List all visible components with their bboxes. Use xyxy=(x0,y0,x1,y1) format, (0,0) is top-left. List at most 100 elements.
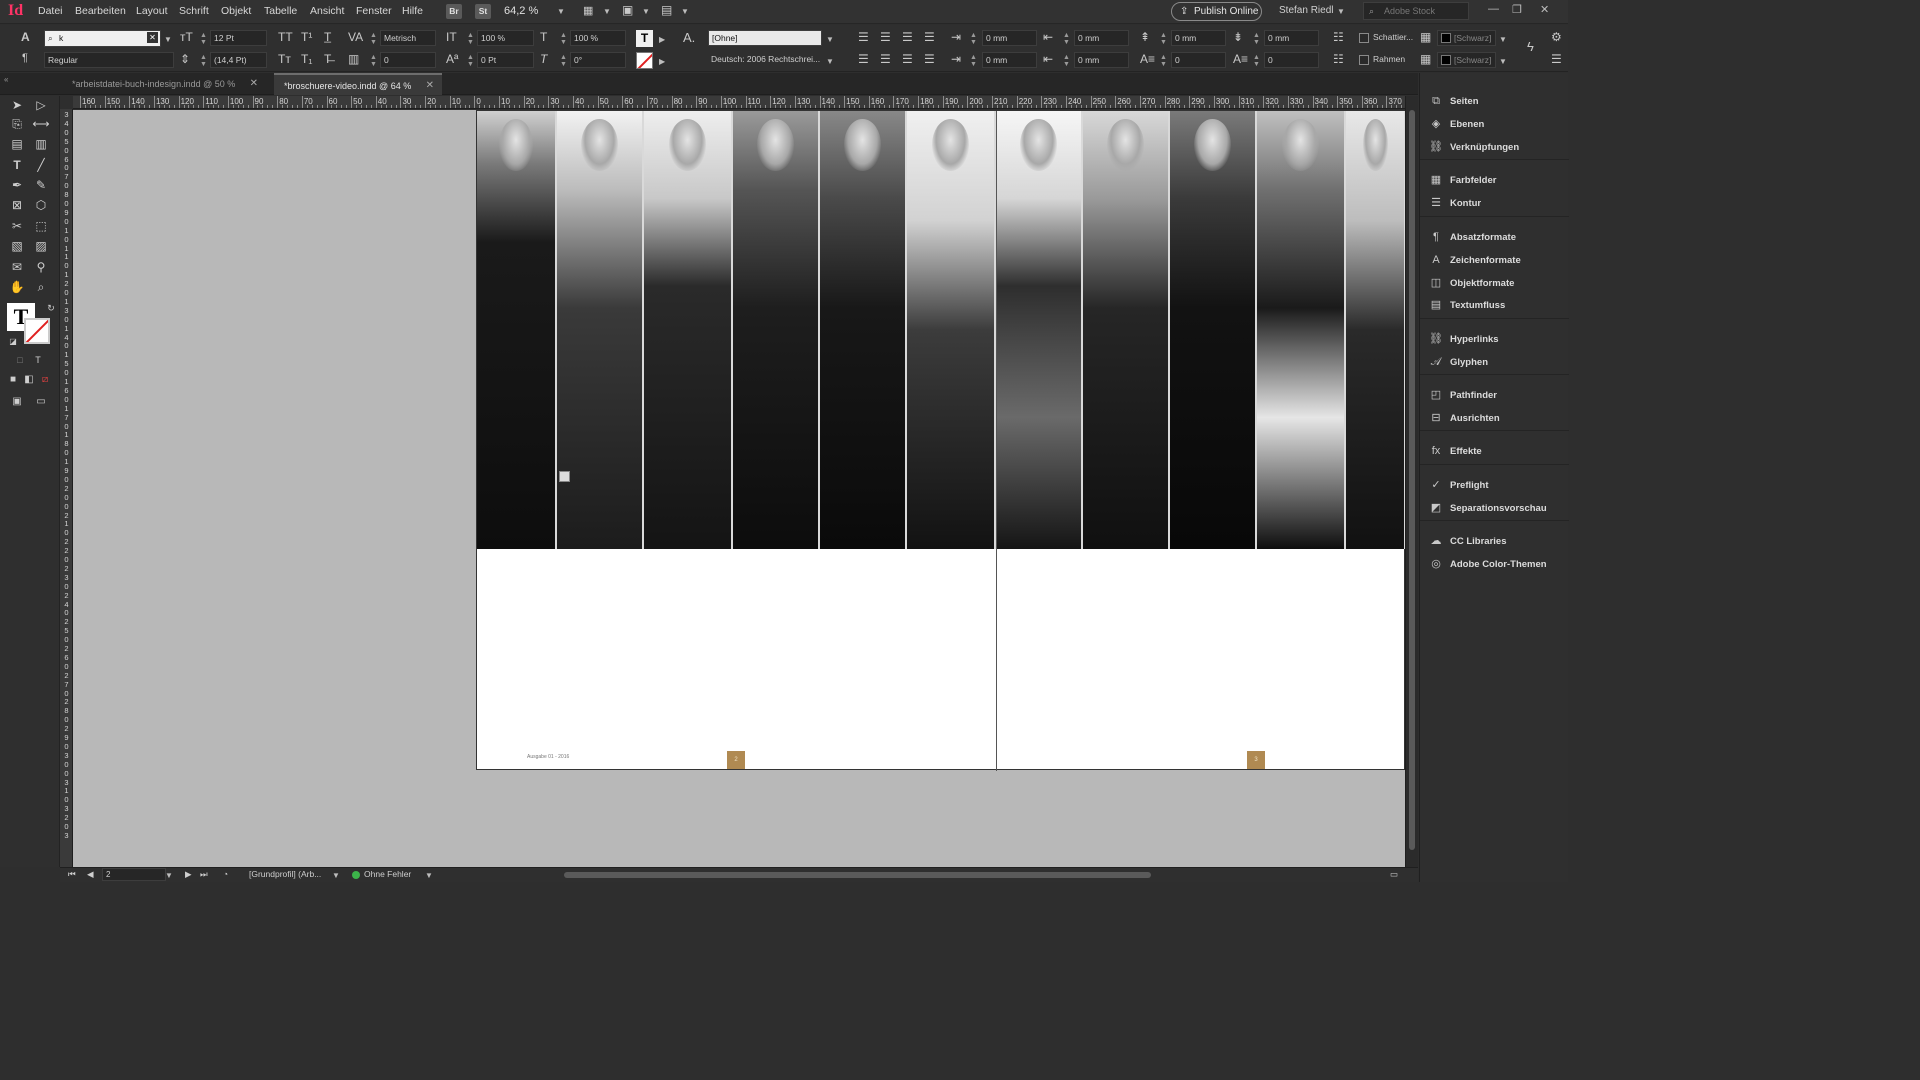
all-caps-icon[interactable]: TT xyxy=(278,30,293,44)
gradient-feather-tool-icon[interactable]: ▨ xyxy=(32,237,50,255)
align-left-icon[interactable]: ☰ xyxy=(858,30,869,44)
horizontal-ruler[interactable]: 160 150 140 130 120 110 100 90 80 70 60 50 40 30 20 10 0… xyxy=(73,96,1405,109)
publish-online-button[interactable]: ⇪ Publish Online xyxy=(1171,2,1262,21)
panel-stroke[interactable]: ☰ Kontur xyxy=(1420,193,1569,215)
frame-checkbox[interactable] xyxy=(1359,55,1369,65)
font-family-chevron-icon[interactable]: ▼ xyxy=(164,35,172,44)
formatting-container-icon[interactable]: □ xyxy=(11,351,29,369)
tracking-stepper[interactable]: ▲ ▼ xyxy=(370,54,377,68)
shading-checkbox[interactable] xyxy=(1359,33,1369,43)
free-transform-tool-icon[interactable]: ⬚ xyxy=(32,217,50,235)
align-right-icon[interactable]: ☰ xyxy=(902,30,913,44)
subscript-icon[interactable]: T₁ xyxy=(301,52,312,66)
frame-settings-icon[interactable]: ▦ xyxy=(1420,52,1431,66)
polygon-tool-icon[interactable]: ⬡ xyxy=(32,196,50,214)
swap-colors-icon[interactable]: ↻ xyxy=(42,299,60,317)
justify-right-icon[interactable]: ☰ xyxy=(880,52,891,66)
panel-hyperlinks[interactable]: ⛓ Hyperlinks xyxy=(1420,329,1569,351)
panel-cc-libraries[interactable]: ☁ CC Libraries xyxy=(1420,531,1569,553)
open-page-icon[interactable]: ◔ xyxy=(223,869,228,879)
space-after-stepper[interactable]: ▲ ▼ xyxy=(1253,32,1260,46)
panel-glyphs[interactable]: 𝒜 Glyphen xyxy=(1420,352,1569,374)
rectangle-frame-tool-icon[interactable]: ⊠ xyxy=(8,196,26,214)
character-style-chevron-icon[interactable]: ▼ xyxy=(826,35,834,44)
left-indent-input[interactable]: 0 mm xyxy=(982,30,1037,46)
user-chevron-icon[interactable]: ▼ xyxy=(1337,7,1345,16)
horizontal-scale-input[interactable]: 100 % xyxy=(570,30,626,46)
page-number-right[interactable]: 3 xyxy=(1247,751,1265,769)
previous-page-icon[interactable]: ◀ xyxy=(87,869,94,880)
adobe-stock-search[interactable]: ⌕ Adobe Stock xyxy=(1363,2,1469,20)
default-colors-icon[interactable]: ◪ xyxy=(4,333,22,351)
panel-text-wrap[interactable]: ▤ Textumfluss xyxy=(1420,295,1569,317)
panel-menu-icon[interactable]: ☰ xyxy=(1551,52,1562,66)
justify-all-icon[interactable]: ☰ xyxy=(902,52,913,66)
menu-hilfe[interactable]: Hilfe xyxy=(402,5,423,17)
character-style-select[interactable]: [Ohne] xyxy=(708,30,822,46)
kerning-select[interactable]: Metrisch xyxy=(380,30,436,46)
bullet-list-icon[interactable]: ☷ xyxy=(1333,30,1344,44)
font-size-stepper[interactable]: ▲ ▼ xyxy=(200,32,207,46)
vertical-scale-stepper[interactable]: ▲ ▼ xyxy=(467,32,474,46)
character-controls-icon[interactable]: A xyxy=(21,30,30,44)
horizontal-scale-stepper[interactable]: ▲ ▼ xyxy=(560,32,567,46)
footer-issue-text[interactable]: Ausgabe 01 - 2016 xyxy=(527,754,569,760)
document-spread[interactable]: Ausgabe 01 - 2016 2 3 xyxy=(476,110,1406,771)
justify-center-icon[interactable]: ☰ xyxy=(858,52,869,66)
shading-settings-icon[interactable]: ▦ xyxy=(1420,30,1431,44)
stroke-chevron-icon[interactable]: ▶ xyxy=(659,57,665,66)
panel-layers[interactable]: ◈ Ebenen xyxy=(1420,114,1569,136)
vertical-scroll-thumb[interactable] xyxy=(1409,110,1415,850)
profile-chevron-icon[interactable]: ▼ xyxy=(332,871,340,880)
align-spine-icon[interactable]: ☰ xyxy=(924,52,935,66)
scissors-tool-icon[interactable]: ✂ xyxy=(8,217,26,235)
leading-input[interactable]: (14,4 Pt) xyxy=(210,52,267,68)
strikethrough-icon[interactable]: T̶ xyxy=(324,52,331,66)
frame-swatch-chevron-icon[interactable]: ▼ xyxy=(1499,57,1507,66)
user-name[interactable]: Stefan Riedl xyxy=(1279,5,1333,16)
panel-effects[interactable]: fx Effekte xyxy=(1420,441,1569,463)
note-tool-icon[interactable]: ✉ xyxy=(8,258,26,276)
skew-input[interactable]: 0° xyxy=(570,52,626,68)
baseline-shift-stepper[interactable]: ▲ ▼ xyxy=(467,54,474,68)
preflight-status[interactable]: Ohne Fehler xyxy=(364,869,411,879)
direct-selection-tool-icon[interactable]: ▷ xyxy=(32,96,50,114)
normal-view-icon[interactable]: ▣ xyxy=(8,393,26,411)
horizontal-scroll-thumb[interactable] xyxy=(564,872,1151,878)
skew-stepper[interactable]: ▲ ▼ xyxy=(560,54,567,68)
panel-color-themes[interactable]: ◎ Adobe Color-Themen xyxy=(1420,554,1569,576)
vertical-ruler[interactable]: 3405060708090101101201301401501601701801… xyxy=(60,109,73,867)
right-indent-input[interactable]: 0 mm xyxy=(1074,30,1129,46)
panel-pathfinder[interactable]: ◰ Pathfinder xyxy=(1420,385,1569,407)
profile-label[interactable]: [Grundprofil] (Arb... xyxy=(249,869,321,879)
zoom-level[interactable]: 64,2 % xyxy=(504,5,538,17)
vertical-scale-input[interactable]: 100 % xyxy=(477,30,534,46)
maximize-icon[interactable]: ❐ xyxy=(1512,3,1522,16)
menu-fenster[interactable]: Fenster xyxy=(356,5,392,17)
content-collector-icon[interactable]: ▤ xyxy=(8,135,26,153)
panel-swatches[interactable]: ▦ Farbfelder xyxy=(1420,170,1569,192)
fit-window-icon[interactable]: ▭ xyxy=(1390,869,1398,880)
font-size-input[interactable]: 12 Pt xyxy=(210,30,267,46)
gap-tool-icon[interactable]: ⟷ xyxy=(32,115,50,133)
space-before-input[interactable]: 0 mm xyxy=(1171,30,1226,46)
superscript-icon[interactable]: T¹ xyxy=(301,30,312,44)
arrange-chevron-icon[interactable]: ▼ xyxy=(681,7,689,16)
panel-align[interactable]: ⊟ Ausrichten xyxy=(1420,408,1569,430)
close-tab-icon[interactable]: ✕ xyxy=(250,73,258,95)
zoom-tool-icon[interactable]: ⌕ xyxy=(32,278,50,296)
left-indent-stepper[interactable]: ▲ ▼ xyxy=(970,32,977,46)
shading-swatch-select[interactable]: [Schwarz] xyxy=(1437,30,1496,46)
page-chevron-icon[interactable]: ▼ xyxy=(165,871,173,880)
kerning-stepper[interactable]: ▲ ▼ xyxy=(370,32,377,46)
menu-tabelle[interactable]: Tabelle xyxy=(264,5,297,17)
first-line-indent-stepper[interactable]: ▲ ▼ xyxy=(970,54,977,68)
last-line-indent-stepper[interactable]: ▲ ▼ xyxy=(1063,54,1070,68)
align-center-icon[interactable]: ☰ xyxy=(880,30,891,44)
underline-icon[interactable]: T̲ xyxy=(324,30,331,44)
last-line-indent-input[interactable]: 0 mm xyxy=(1074,52,1129,68)
quick-apply-icon[interactable]: ϟ xyxy=(1527,39,1534,54)
minimize-icon[interactable]: — xyxy=(1488,3,1499,15)
small-caps-icon[interactable]: Tᴛ xyxy=(278,52,291,66)
menu-bearbeiten[interactable]: Bearbeiten xyxy=(75,5,126,17)
